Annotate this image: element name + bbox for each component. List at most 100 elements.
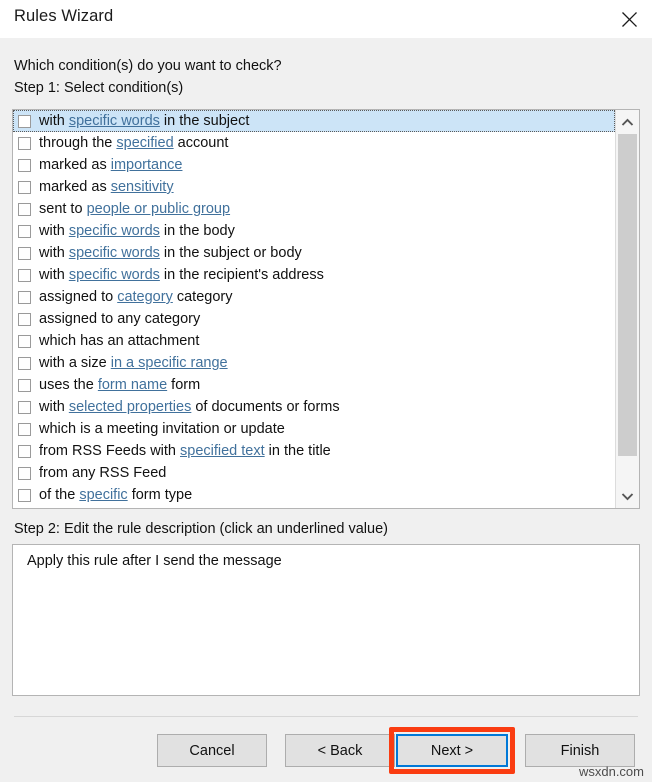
condition-checkbox[interactable] <box>18 378 31 392</box>
condition-checkbox[interactable] <box>18 114 31 128</box>
condition-row[interactable]: with specific words in the body <box>13 220 615 242</box>
condition-checkbox[interactable] <box>18 488 31 502</box>
condition-checkbox[interactable] <box>18 202 31 216</box>
condition-text-part: with a size <box>39 355 111 371</box>
scrollbar-thumb[interactable] <box>618 134 637 456</box>
finish-button[interactable]: Finish <box>525 734 635 767</box>
condition-text-part: marked as <box>39 179 111 195</box>
condition-checkbox[interactable] <box>18 246 31 260</box>
condition-label: marked as importance <box>39 156 182 174</box>
scroll-up-icon[interactable] <box>616 110 639 134</box>
condition-link[interactable]: specific words <box>69 267 160 283</box>
condition-row[interactable]: sent to people or public group <box>13 198 615 220</box>
condition-text-part: in the subject or body <box>159 245 302 261</box>
condition-label: with specific words in the subject <box>39 112 249 130</box>
condition-link[interactable]: specific words <box>69 245 160 261</box>
condition-checkbox[interactable] <box>18 268 31 282</box>
condition-link[interactable]: specific <box>79 487 127 503</box>
close-icon[interactable] <box>606 0 652 38</box>
condition-label: with selected properties of documents or… <box>39 398 340 416</box>
condition-text-part: assigned to any category <box>39 311 201 327</box>
condition-checkbox[interactable] <box>18 444 31 458</box>
condition-row[interactable]: which has an attachment <box>13 330 615 352</box>
condition-text-part: sent to <box>39 201 87 217</box>
cancel-button[interactable]: Cancel <box>157 734 267 767</box>
condition-text-part: form type <box>127 487 193 503</box>
condition-label: assigned to category category <box>39 288 232 306</box>
condition-label: sent to people or public group <box>39 200 230 218</box>
window-title: Rules Wizard <box>14 7 114 25</box>
condition-checkbox[interactable] <box>18 290 31 304</box>
condition-text-part: which has an attachment <box>39 333 200 349</box>
conditions-listbox[interactable]: with specific words in the subject throug… <box>12 109 640 509</box>
condition-row[interactable]: from RSS Feeds with specified text in th… <box>13 440 615 462</box>
condition-row[interactable]: through the specified account <box>13 132 615 154</box>
condition-label: from any RSS Feed <box>39 464 166 482</box>
rule-description-text[interactable]: Apply this rule after I send the message <box>27 553 282 569</box>
condition-text-part: assigned to <box>39 289 118 305</box>
condition-text-part: with <box>39 113 69 129</box>
step2-label: Step 2: Edit the rule description (click… <box>14 521 388 537</box>
condition-checkbox[interactable] <box>18 356 31 370</box>
condition-row[interactable]: of the specific form type <box>13 484 615 506</box>
condition-checkbox[interactable] <box>18 180 31 194</box>
condition-label: from RSS Feeds with specified text in th… <box>39 442 331 460</box>
condition-link[interactable]: specified <box>116 135 173 151</box>
listbox-scrollbar[interactable] <box>615 110 639 508</box>
condition-text-part: of documents or forms <box>191 399 340 415</box>
condition-link[interactable]: form name <box>98 377 167 393</box>
condition-row[interactable]: from any RSS Feed <box>13 462 615 484</box>
condition-label: uses the form name form <box>39 376 200 394</box>
condition-row[interactable]: uses the form name form <box>13 374 615 396</box>
rule-description-box[interactable]: Apply this rule after I send the message <box>12 544 640 696</box>
condition-label: which is a meeting invitation or update <box>39 420 285 438</box>
condition-link[interactable]: specific words <box>69 223 160 239</box>
condition-checkbox[interactable] <box>18 224 31 238</box>
condition-row[interactable]: assigned to any category <box>13 308 615 330</box>
next-button[interactable]: Next > <box>396 734 508 767</box>
condition-link[interactable]: people or public group <box>87 201 231 217</box>
condition-link[interactable]: category <box>117 289 173 305</box>
condition-text-part: account <box>173 135 229 151</box>
condition-link[interactable]: importance <box>111 157 183 173</box>
scrollbar-track[interactable] <box>616 134 639 484</box>
condition-link[interactable]: specific words <box>69 113 160 129</box>
title-bar: Rules Wizard <box>0 0 652 38</box>
condition-checkbox[interactable] <box>18 136 31 150</box>
condition-checkbox[interactable] <box>18 334 31 348</box>
condition-link[interactable]: sensitivity <box>111 179 174 195</box>
condition-text-part: with <box>39 399 69 415</box>
condition-link[interactable]: specified text <box>180 443 265 459</box>
condition-link[interactable]: in a specific range <box>111 355 228 371</box>
condition-row[interactable]: marked as sensitivity <box>13 176 615 198</box>
condition-text-part: in the recipient's address <box>159 267 324 283</box>
condition-text-part: of the <box>39 487 80 503</box>
condition-checkbox[interactable] <box>18 312 31 326</box>
condition-row[interactable]: assigned to category category <box>13 286 615 308</box>
condition-checkbox[interactable] <box>18 466 31 480</box>
condition-row[interactable]: with a size in a specific range <box>13 352 615 374</box>
back-button[interactable]: < Back <box>285 734 395 767</box>
condition-text-part: with <box>39 267 69 283</box>
condition-checkbox[interactable] <box>18 422 31 436</box>
condition-row[interactable]: with specific words in the recipient's a… <box>13 264 615 286</box>
condition-text-part: from RSS Feeds with <box>39 443 181 459</box>
condition-text-part: with <box>39 245 69 261</box>
condition-label: with specific words in the subject or bo… <box>39 244 302 262</box>
condition-checkbox[interactable] <box>18 158 31 172</box>
conditions-list: with specific words in the subject throug… <box>13 110 615 508</box>
scroll-down-icon[interactable] <box>616 484 639 508</box>
condition-checkbox[interactable] <box>18 400 31 414</box>
condition-label: which has an attachment <box>39 332 199 350</box>
condition-label: with specific words in the body <box>39 222 235 240</box>
condition-label: of the specific form type <box>39 486 192 504</box>
condition-row[interactable]: with selected properties of documents or… <box>13 396 615 418</box>
condition-text-part: in the subject <box>159 113 250 129</box>
condition-row[interactable]: which is a meeting invitation or update <box>13 418 615 440</box>
condition-row[interactable]: marked as importance <box>13 154 615 176</box>
condition-row[interactable]: with specific words in the subject or bo… <box>13 242 615 264</box>
prompt-question: Which condition(s) do you want to check? <box>14 58 282 74</box>
condition-link[interactable]: selected properties <box>69 399 192 415</box>
condition-label: with specific words in the recipient's a… <box>39 266 324 284</box>
condition-row[interactable]: with specific words in the subject <box>13 110 615 132</box>
